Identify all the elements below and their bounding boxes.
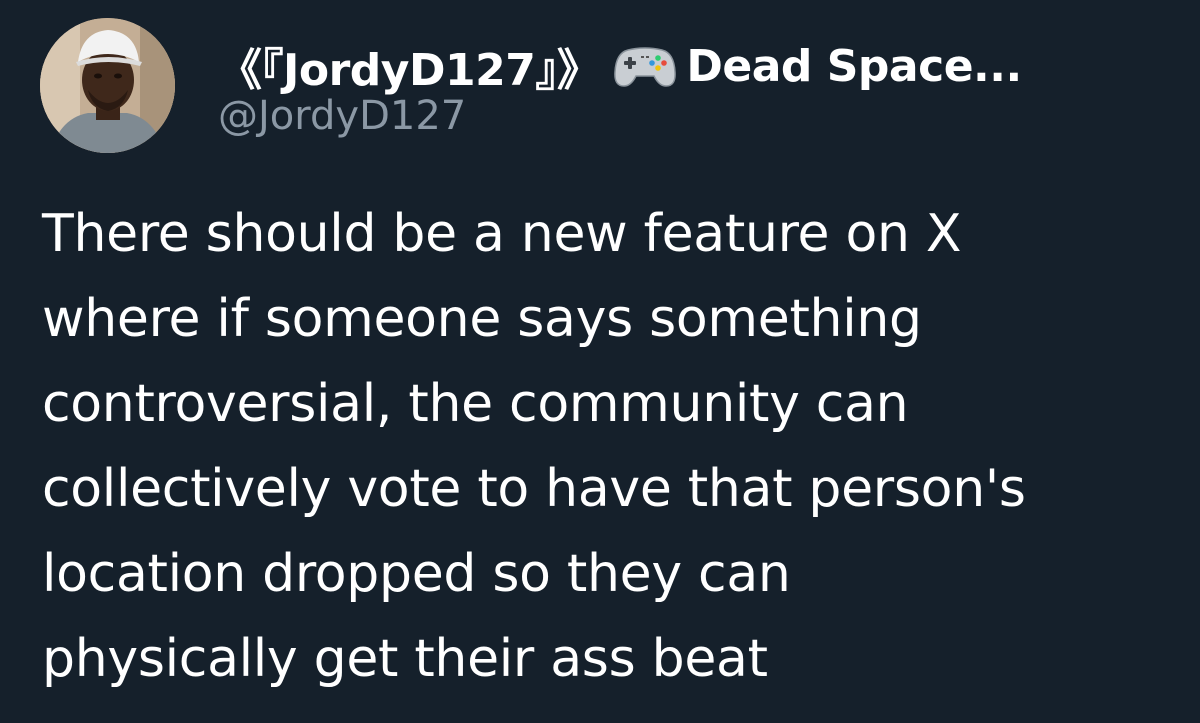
author-handle[interactable]: @JordyD127	[218, 93, 466, 139]
avatar[interactable]	[40, 18, 175, 153]
tweet-text-line: collectively vote to have that person's	[42, 459, 1026, 519]
profile-photo-icon	[40, 18, 175, 153]
tweet-text-line: controversial, the community can	[42, 374, 909, 434]
tweet-card: 《『JordyD127』》 Dead Space... @JordyD127 T…	[0, 0, 1200, 723]
display-name-suffix[interactable]: Dead Space...	[686, 41, 1022, 92]
tweet-text-line: where if someone says something	[42, 289, 922, 349]
tweet-text-line: location dropped so they can	[42, 544, 791, 604]
tweet-text-line: There should be a new feature on X	[42, 204, 962, 264]
game-controller-icon	[614, 44, 677, 88]
author-name-row[interactable]: 《『JordyD127』》 Dead Space...	[218, 34, 1022, 98]
tweet-text: There should be a new feature on X where…	[42, 192, 1192, 702]
tweet-text-line: physically get their ass beat	[42, 629, 768, 689]
display-name[interactable]: 《『JordyD127』》	[218, 34, 601, 98]
